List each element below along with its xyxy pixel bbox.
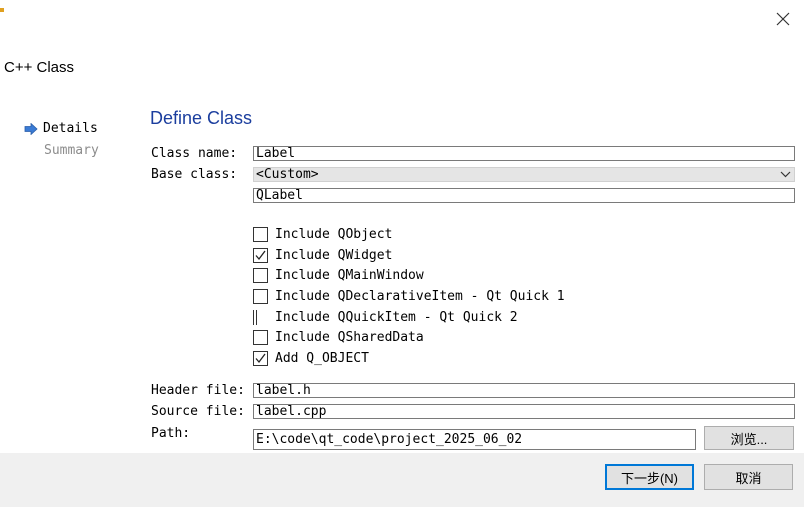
class-name-input[interactable]: Label (253, 146, 795, 161)
next-button[interactable]: 下一步(N) (605, 464, 694, 490)
checkbox-box (253, 247, 268, 263)
checkbox-label: Include QWidget (275, 247, 393, 263)
checkbox-include-qquickitem[interactable]: Include QQuickItem - Qt Quick 2 (253, 308, 518, 326)
wizard-step-label: Summary (44, 143, 99, 158)
checkbox-label: Include QMainWindow (275, 267, 424, 283)
checkbox-label: Include QDeclarativeItem - Qt Quick 1 (275, 288, 565, 304)
checkbox-include-qobject[interactable]: Include QObject (253, 225, 392, 243)
base-class-combo[interactable]: <Custom> (253, 167, 795, 182)
header-file-input[interactable]: label.h (253, 383, 795, 398)
base-class-label: Base class: (151, 167, 238, 182)
chevron-down-icon (778, 168, 792, 181)
cancel-button[interactable]: 取消 (704, 464, 793, 490)
source-file-label: Source file: (151, 404, 245, 419)
checkbox-include-qwidget[interactable]: Include QWidget (253, 246, 392, 264)
checkbox-include-qmainwindow[interactable]: Include QMainWindow (253, 266, 424, 284)
class-name-label: Class name: (151, 146, 238, 161)
custom-base-class-input[interactable]: QLabel (253, 188, 795, 203)
checkmark-icon (255, 353, 266, 363)
checkbox-box (253, 288, 268, 304)
checkmark-icon (255, 250, 266, 260)
wizard-step-summary: Summary (24, 143, 99, 158)
path-label: Path: (151, 426, 191, 441)
base-class-selected: <Custom> (256, 167, 319, 182)
path-input[interactable]: E:\code\qt_code\project_2025_06_02 (253, 429, 696, 450)
header-file-label: Header file: (151, 383, 245, 398)
checkbox-box (253, 267, 268, 283)
checkbox-add-q-object[interactable]: Add Q_OBJECT (253, 349, 369, 367)
arrow-right-icon (24, 122, 38, 135)
source-file-input[interactable]: label.cpp (253, 404, 795, 419)
wizard-step-label: Details (43, 121, 98, 136)
checkbox-box (253, 226, 268, 242)
window-corner-mark (0, 8, 4, 12)
close-button[interactable] (768, 4, 798, 34)
page-title: Define Class (150, 108, 253, 128)
wizard-step-details: Details (24, 121, 98, 136)
browse-button[interactable]: 浏览... (704, 426, 794, 450)
checkbox-box (253, 350, 268, 366)
checkbox-box (253, 329, 268, 345)
window-title: C++ Class (4, 59, 75, 76)
checkbox-label: Include QQuickItem - Qt Quick 2 (275, 309, 518, 325)
checkbox-label: Include QSharedData (275, 329, 424, 345)
close-icon (776, 12, 790, 26)
checkbox-label: Include QObject (275, 226, 393, 242)
checkbox-label: Add Q_OBJECT (275, 350, 369, 366)
checkbox-include-qshareddata[interactable]: Include QSharedData (253, 328, 424, 346)
checkbox-box (253, 309, 257, 325)
checkbox-include-qdeclarativeitem[interactable]: Include QDeclarativeItem - Qt Quick 1 (253, 287, 565, 305)
